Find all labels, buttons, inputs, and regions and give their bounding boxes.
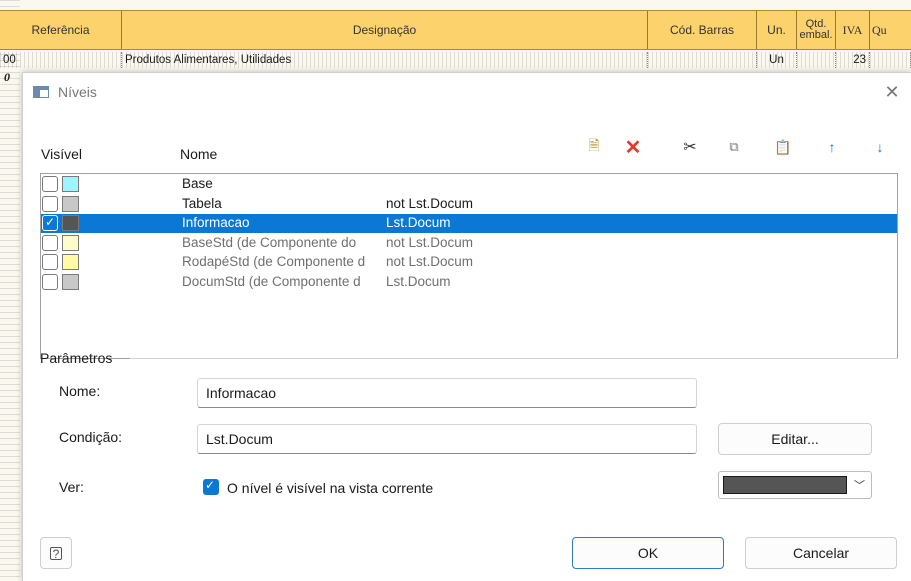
condicao-field[interactable]: Lst.Docum (197, 424, 697, 454)
level-visible-checkbox[interactable] (42, 273, 58, 290)
close-icon[interactable]: ✕ (881, 81, 903, 103)
col-cod-barras: Cód. Barras (648, 11, 757, 49)
row-cod-barras (648, 52, 757, 68)
row-un: Un (757, 52, 797, 68)
column-header-visivel: Visível (41, 146, 82, 162)
ver-label: Ver: (59, 479, 84, 495)
level-visible-checkbox[interactable] (42, 176, 58, 192)
col-iva: IVA (836, 11, 870, 49)
col-quantidade: Qu (872, 22, 887, 37)
level-name: Base (182, 176, 213, 191)
level-row[interactable]: RodapéStd (de Componente d not Lst.Docum (41, 253, 897, 272)
cut-icon[interactable]: ✂ (678, 135, 702, 159)
editar-button[interactable]: Editar... (718, 423, 872, 455)
level-name: Informacao (182, 215, 250, 230)
level-color-swatch (62, 234, 79, 251)
dialog-titlebar[interactable]: Níveis ✕ (23, 73, 911, 113)
new-level-icon[interactable]: 🗎 (582, 135, 606, 159)
level-condition: Lst.Docum (386, 215, 451, 230)
color-select[interactable]: ﹀ (718, 471, 872, 499)
row-qu (870, 52, 911, 68)
section-divider (130, 358, 898, 359)
delete-icon[interactable]: ✕ (621, 135, 645, 159)
paste-icon[interactable]: 📋 (771, 135, 795, 159)
level-visible-checkbox[interactable] (42, 254, 58, 270)
level-row[interactable]: DocumStd (de Componente d Lst.Docum (41, 273, 897, 292)
window-icon (33, 86, 49, 98)
report-header-band: Referência Designação Cód. Barras Un. Qt… (0, 10, 911, 50)
level-row[interactable]: Tabela not Lst.Docum (41, 195, 897, 214)
niveis-dialog: Níveis ✕ Visível Nome 🗎 ✕ ✂ ⧉ 📋 ↑ ↓ Base… (22, 72, 911, 581)
row-referencia: 00 (0, 52, 122, 68)
visible-checkbox-label[interactable]: O nível é visível na vista corrente (227, 480, 433, 496)
condicao-label: Condição: (59, 429, 123, 445)
report-detail-row: 00 Produtos Alimentares, Utilidades Un 2… (0, 52, 911, 68)
col-un: Un. (757, 11, 797, 49)
vertical-ruler (0, 0, 20, 581)
copy-icon[interactable]: ⧉ (722, 135, 746, 159)
row-qtd (797, 52, 836, 68)
level-name: Tabela (182, 195, 222, 211)
level-color-swatch (62, 176, 79, 192)
levels-list[interactable]: Base Tabela not Lst.Docum Informacao Lst.Doc… (40, 173, 898, 359)
column-header-nome: Nome (180, 146, 218, 162)
level-visible-checkbox[interactable] (42, 234, 58, 251)
section-parametros: Parâmetros (40, 350, 113, 366)
level-condition: not Lst.Docum (386, 254, 474, 269)
move-up-icon[interactable]: ↑ (820, 135, 844, 159)
level-name: DocumStd (de Componente d (182, 273, 361, 289)
level-name: BaseStd (de Componente do (182, 234, 357, 250)
ok-button[interactable]: OK (572, 537, 724, 569)
level-condition: Lst.Docum (386, 273, 451, 289)
level-visible-checkbox[interactable] (42, 195, 58, 212)
level-name: RodapéStd (de Componente d (182, 254, 366, 269)
level-color-swatch (62, 215, 79, 231)
col-referencia: Referência (0, 11, 122, 49)
help-button[interactable]: ? (40, 537, 72, 569)
level-color-swatch (62, 254, 79, 270)
row-iva: 23 (836, 52, 870, 68)
visible-checkbox[interactable] (203, 478, 219, 495)
col-designacao: Designação (122, 11, 648, 49)
level-row[interactable]: BaseStd (de Componente do not Lst.Docum (41, 234, 897, 253)
row-designacao: Produtos Alimentares, Utilidades (122, 52, 648, 68)
level-row[interactable]: Informacao Lst.Docum (41, 214, 897, 233)
level-color-swatch (62, 195, 79, 212)
row2-marker: 0 (4, 70, 10, 84)
help-icon: ? (50, 546, 62, 560)
nome-label: Nome: (59, 383, 101, 399)
level-visible-checkbox[interactable] (42, 215, 58, 231)
dialog-title: Níveis (58, 84, 97, 100)
move-down-icon[interactable]: ↓ (868, 135, 892, 159)
chevron-down-icon: ﹀ (854, 480, 865, 492)
level-color-swatch (62, 273, 79, 290)
cancel-button[interactable]: Cancelar (745, 537, 897, 569)
nome-field[interactable]: Informacao (197, 378, 697, 408)
color-swatch (723, 476, 847, 494)
level-condition: not Lst.Docum (386, 234, 474, 250)
level-condition: not Lst.Docum (386, 195, 474, 211)
col-qtd-embal: Qtd. embal. (797, 11, 836, 49)
level-row[interactable]: Base (41, 175, 897, 194)
